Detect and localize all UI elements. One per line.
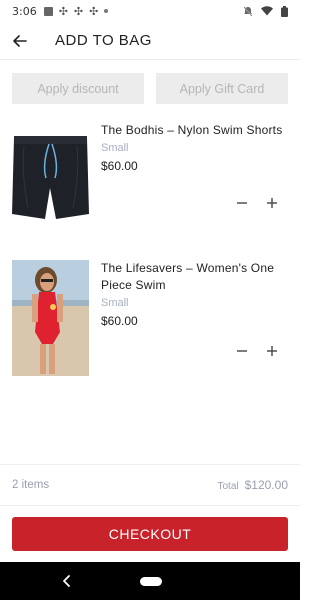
- nav-back-icon[interactable]: [60, 573, 74, 589]
- more-notifications-dot-icon: [104, 9, 109, 13]
- status-time: 3:06: [12, 4, 37, 18]
- arrow-left-icon: [13, 34, 27, 47]
- wifi-icon: [261, 6, 273, 16]
- back-button[interactable]: [0, 22, 40, 60]
- increase-quantity-button[interactable]: [264, 343, 280, 359]
- one-piece-swimsuit-image: [12, 260, 89, 376]
- total-value: $120.00: [244, 478, 288, 492]
- item-size: Small: [101, 297, 129, 309]
- image-notification-icon: [43, 6, 53, 16]
- item-info: The Bodhis – Nylon Swim Shorts Small $60…: [101, 122, 291, 173]
- item-price: $60.00: [101, 314, 138, 328]
- status-left: 3:06 ✣ ✣ ✣: [12, 4, 109, 18]
- page-title: ADD TO BAG: [55, 32, 152, 49]
- total-label: Total: [217, 481, 239, 492]
- plus-icon: [267, 198, 277, 208]
- nav-home-pill[interactable]: [140, 577, 162, 586]
- plus-icon: [267, 346, 277, 356]
- swim-shorts-image: [12, 128, 89, 226]
- total: Total $120.00: [217, 478, 288, 492]
- slack-notification-icon: ✣: [58, 4, 68, 18]
- notification-icons: ✣ ✣ ✣: [43, 4, 109, 18]
- apply-discount-button[interactable]: Apply discount: [12, 73, 144, 104]
- battery-icon: [281, 5, 288, 17]
- item-price: $60.00: [101, 159, 138, 173]
- item-name[interactable]: The Lifesavers – Women's One Piece Swim: [101, 260, 291, 294]
- slack-notification-icon-2: ✣: [73, 4, 84, 18]
- status-right: [243, 5, 288, 17]
- cart-item: The Lifesavers – Women's One Piece Swim …: [12, 260, 288, 378]
- status-bar: 3:06 ✣ ✣ ✣: [0, 0, 300, 22]
- discount-row: Apply discount Apply Gift Card: [12, 73, 288, 104]
- item-name[interactable]: The Bodhis – Nylon Swim Shorts: [101, 122, 291, 139]
- item-size: Small: [101, 142, 129, 154]
- apply-gift-card-button[interactable]: Apply Gift Card: [156, 73, 288, 104]
- checkout-button[interactable]: CHECKOUT: [12, 517, 288, 551]
- item-info: The Lifesavers – Women's One Piece Swim …: [101, 260, 291, 328]
- minus-icon: [237, 350, 247, 352]
- system-navigation-bar: [0, 562, 300, 600]
- slack-notification-icon-3: ✣: [89, 4, 99, 18]
- order-summary: 2 items Total $120.00: [0, 464, 300, 506]
- quantity-stepper: [234, 343, 280, 359]
- items-count: 2 items: [12, 479, 50, 491]
- app-header: ADD TO BAG: [0, 22, 300, 60]
- notifications-off-icon: [243, 6, 253, 16]
- quantity-stepper: [234, 195, 280, 211]
- minus-icon: [237, 202, 247, 204]
- decrease-quantity-button[interactable]: [234, 195, 250, 211]
- cart-item: The Bodhis – Nylon Swim Shorts Small $60…: [12, 122, 288, 232]
- decrease-quantity-button[interactable]: [234, 343, 250, 359]
- increase-quantity-button[interactable]: [264, 195, 280, 211]
